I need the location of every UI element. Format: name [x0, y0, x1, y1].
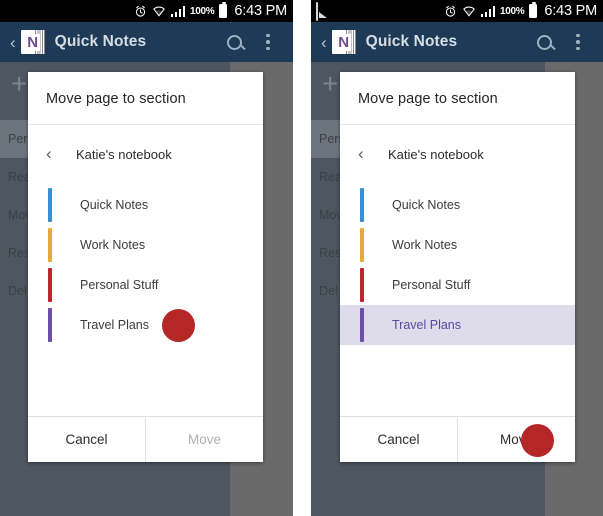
cancel-button[interactable]: Cancel [28, 417, 145, 462]
section-label: Work Notes [392, 238, 458, 252]
dialog-title: Move page to section [46, 91, 186, 107]
phone-panel-right: + Pers Rea Mov Res Del Move page to sect… [311, 0, 603, 516]
signal-bars-icon [480, 5, 495, 17]
screenshot-canvas: + Pers Rea Mov Res Del Move page to sect… [0, 0, 603, 516]
cancel-button[interactable]: Cancel [340, 417, 457, 462]
dialog-actions: Cancel Move [28, 416, 263, 462]
section-color-bar [360, 228, 364, 262]
clock-label: 6:43 PM [234, 3, 287, 19]
app-bar-left: ‹ N Quick Notes [0, 22, 293, 62]
section-color-bar [360, 188, 364, 222]
move-page-dialog: Move page to section ‹ Katie's notebook … [28, 72, 263, 462]
section-label: Quick Notes [392, 198, 461, 212]
battery-percent-label: 100% [190, 5, 215, 17]
section-color-bar [48, 268, 52, 302]
overflow-menu-icon[interactable] [253, 27, 283, 57]
status-bar-left: 100% 6:43 PM [0, 0, 293, 22]
section-row-travel-plans[interactable]: Travel Plans [28, 305, 263, 345]
background-menu-item-label: Rea [319, 170, 342, 184]
section-color-bar [48, 308, 52, 342]
move-page-dialog: Move page to section ‹ Katie's notebook … [340, 72, 575, 462]
app-bar-right: ‹ N Quick Notes [311, 22, 603, 62]
screenshot-saved-icon [316, 2, 318, 21]
section-row-work-notes[interactable]: Work Notes [28, 225, 263, 265]
background-menu-item-label: Res [319, 246, 342, 260]
background-menu-item-label: Res [8, 246, 31, 260]
section-row-personal-stuff[interactable]: Personal Stuff [28, 265, 263, 305]
onenote-logo-letter: N [25, 33, 40, 51]
notebook-name: Katie's notebook [388, 146, 484, 162]
dialog-title: Move page to section [358, 91, 498, 107]
section-label: Personal Stuff [392, 278, 471, 292]
section-label: Travel Plans [80, 318, 150, 332]
battery-percent-label: 100% [500, 5, 525, 17]
section-label: Work Notes [80, 238, 146, 252]
add-plus-icon[interactable]: + [322, 70, 338, 98]
move-button: Move [187, 432, 221, 447]
search-icon[interactable] [219, 27, 249, 57]
section-color-bar [360, 268, 364, 302]
notebook-back-row[interactable]: ‹ Katie's notebook [28, 125, 263, 183]
alarm-clock-icon [134, 5, 147, 18]
section-label: Personal Stuff [80, 278, 159, 292]
search-icon[interactable] [529, 27, 559, 57]
phone-panel-left: + Pers Rea Mov Res Del Move page to sect… [0, 0, 293, 516]
section-row-travel-plans[interactable]: Travel Plans [340, 305, 575, 345]
add-plus-icon[interactable]: + [11, 70, 27, 98]
alarm-clock-icon [444, 5, 457, 18]
background-menu-item-label: Del [8, 284, 27, 298]
notebook-back-row[interactable]: ‹ Katie's notebook [340, 125, 575, 183]
section-row-quick-notes[interactable]: Quick Notes [28, 185, 263, 225]
app-bar-title: Quick Notes [365, 33, 458, 50]
app-bar-title: Quick Notes [54, 33, 147, 50]
back-chevron-icon[interactable]: ‹ [46, 144, 62, 164]
back-chevron-icon[interactable]: ‹ [358, 144, 374, 164]
overflow-menu-icon[interactable] [563, 27, 593, 57]
status-bar-right: 100% 6:43 PM [311, 0, 603, 22]
background-menu-item-label: Del [319, 284, 338, 298]
back-chevron-icon[interactable]: ‹ [10, 34, 16, 51]
notebook-name: Katie's notebook [76, 146, 172, 162]
section-color-bar [360, 308, 364, 342]
section-row-work-notes[interactable]: Work Notes [340, 225, 575, 265]
move-button[interactable]: Move [458, 417, 575, 462]
wifi-icon [462, 5, 476, 18]
tap-indicator-travel-plans [162, 309, 195, 342]
battery-full-icon [219, 2, 228, 18]
section-row-personal-stuff[interactable]: Personal Stuff [340, 265, 575, 305]
section-list: Quick Notes Work Notes Personal Stuff Tr… [340, 183, 575, 416]
section-row-quick-notes[interactable]: Quick Notes [340, 185, 575, 225]
onenote-logo-icon: N [331, 30, 356, 54]
wifi-icon [152, 5, 166, 18]
section-label: Travel Plans [392, 318, 462, 332]
section-label: Quick Notes [80, 198, 149, 212]
section-color-bar [48, 188, 52, 222]
onenote-logo-letter: N [336, 33, 351, 51]
section-list: Quick Notes Work Notes Personal Stuff Tr… [28, 183, 263, 416]
battery-full-icon [529, 2, 538, 18]
back-chevron-icon[interactable]: ‹ [321, 34, 327, 51]
signal-bars-icon [170, 5, 185, 17]
tap-indicator-move-button [521, 424, 554, 457]
onenote-logo-icon: N [20, 30, 45, 54]
clock-label: 6:43 PM [544, 3, 597, 19]
section-color-bar [48, 228, 52, 262]
